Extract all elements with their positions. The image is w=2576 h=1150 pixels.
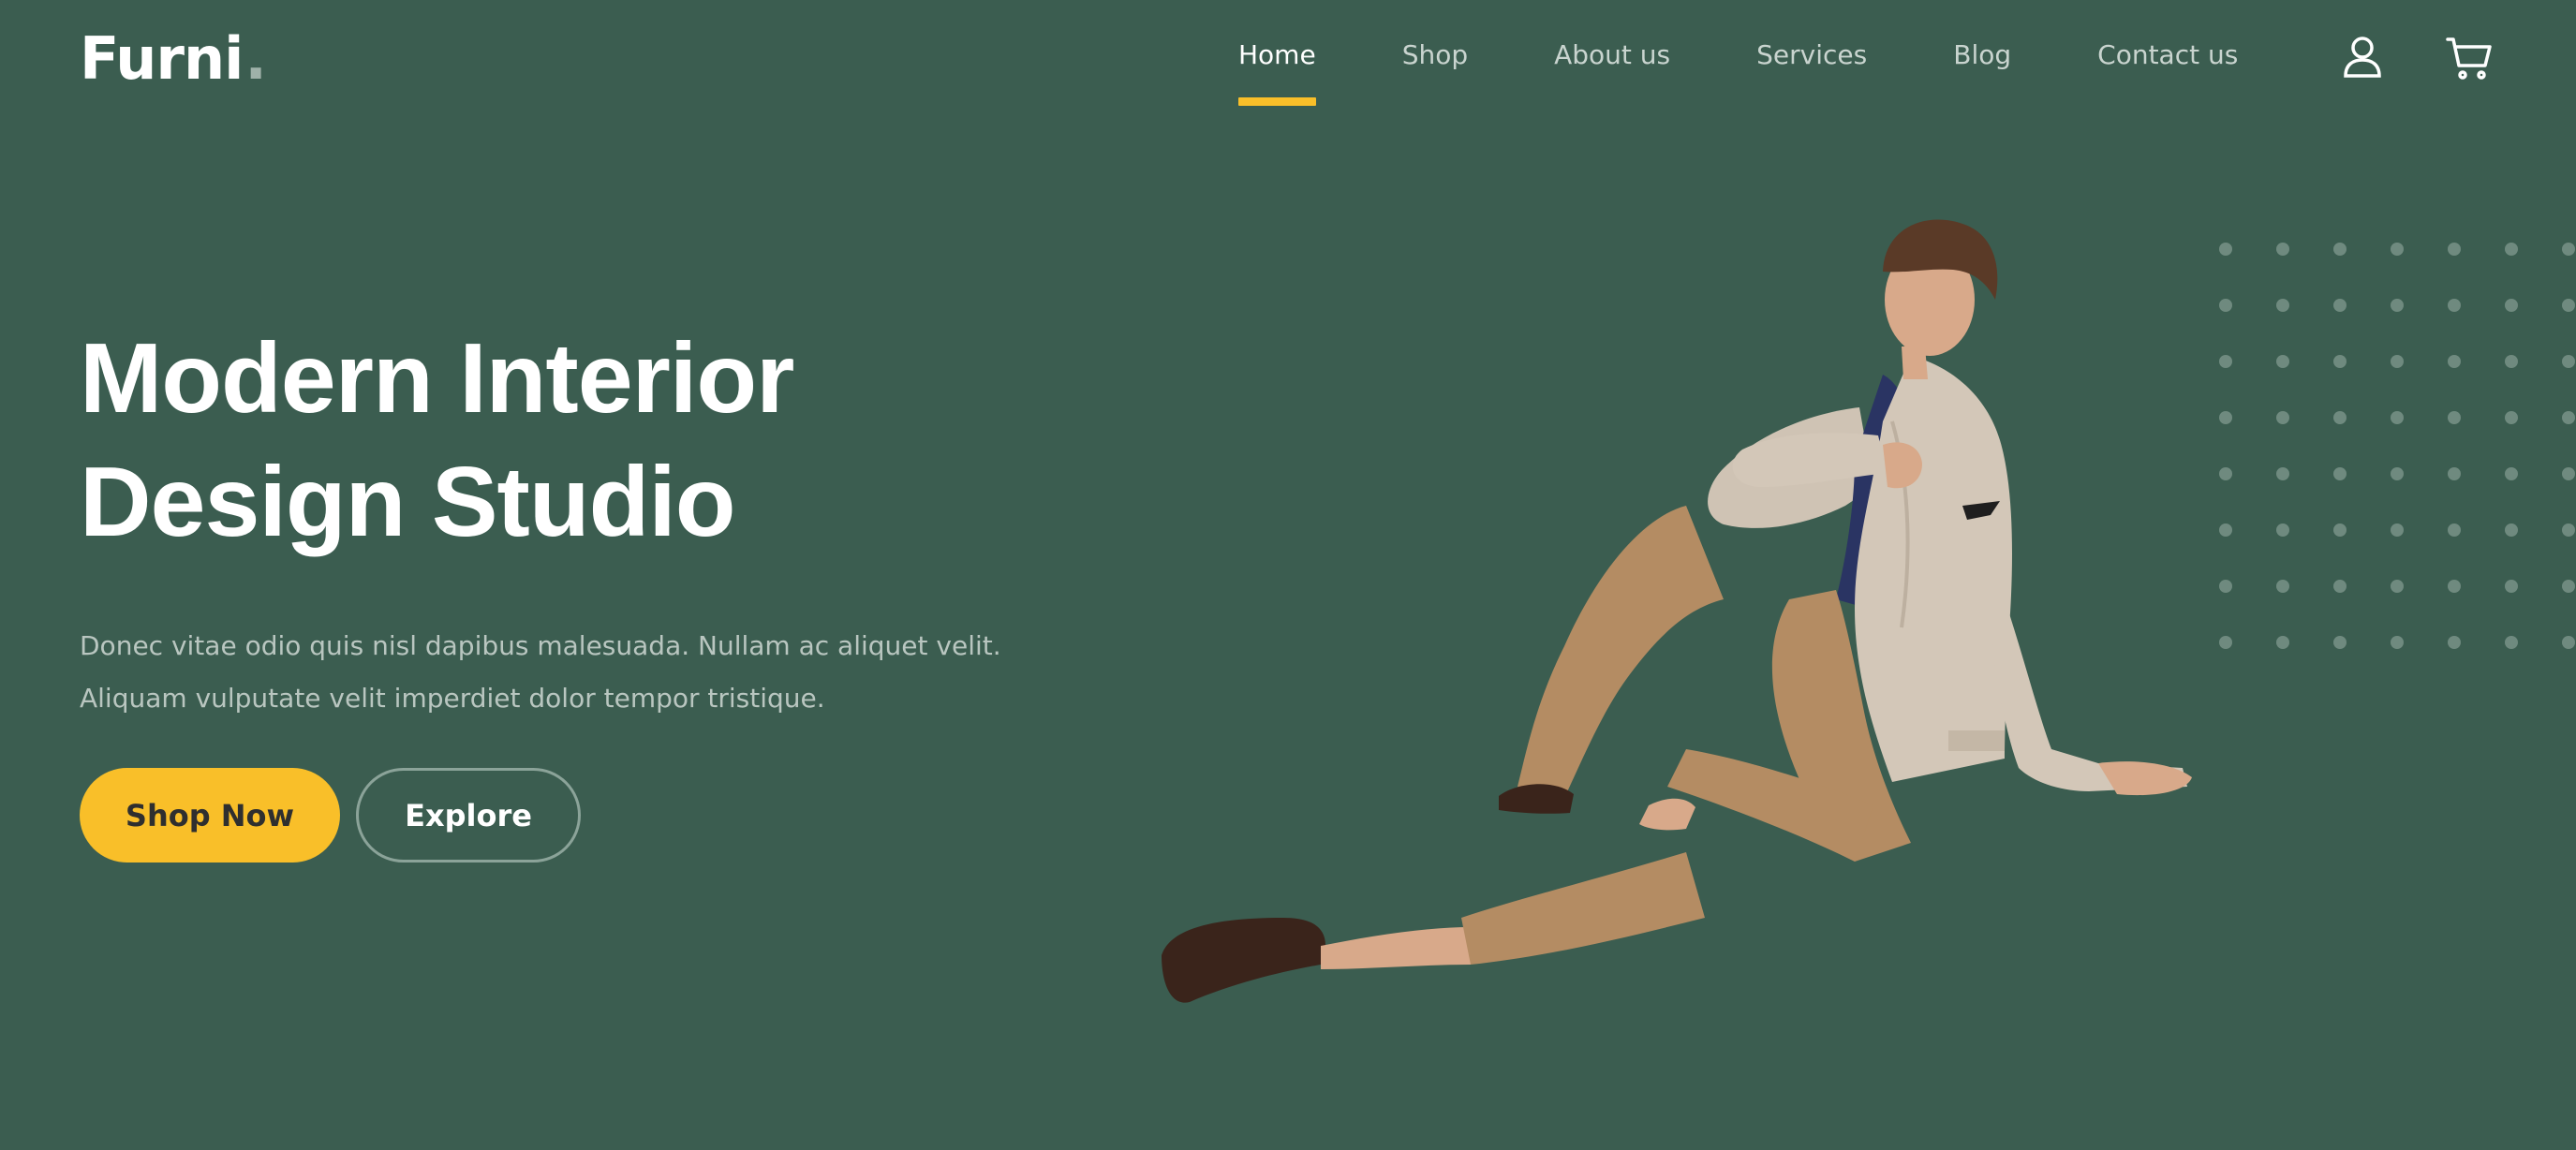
hero-illustration [1162,219,2192,1003]
pattern-dot [2562,299,2575,312]
pattern-dot [2448,299,2461,312]
pattern-dot [2219,523,2232,537]
pattern-dot [2333,355,2347,368]
pattern-dot [2448,636,2461,649]
pattern-dot [2505,580,2518,593]
pattern-dot [2562,243,2575,256]
pattern-dot [2562,467,2575,480]
pattern-dot [2562,523,2575,537]
pattern-dot [2562,580,2575,593]
main-nav: Home Shop About us Services Blog Contact… [1238,39,2238,106]
nav-item-blog[interactable]: Blog [1953,39,2011,70]
pattern-dot [2448,580,2461,593]
cart-icon[interactable] [2445,34,2494,82]
pattern-dot [2505,523,2518,537]
nav-item-about[interactable]: About us [1554,39,1670,70]
pattern-dot [2219,467,2232,480]
pattern-dot [2391,411,2404,424]
pattern-dot [2219,355,2232,368]
pattern-dot [2333,467,2347,480]
explore-button[interactable]: Explore [356,768,581,862]
pattern-dot [2333,243,2347,256]
brand-dot: . [244,24,267,93]
hero-description-line-2: Aliquam vulputate velit imperdiet dolor … [80,683,825,714]
pattern-dot [2391,299,2404,312]
pattern-dot [2448,467,2461,480]
pattern-dot [2505,411,2518,424]
pattern-dot [2391,523,2404,537]
nav-item-contact[interactable]: Contact us [2097,39,2238,70]
pattern-dot [2219,580,2232,593]
pattern-dot [2276,299,2289,312]
pattern-dot [2562,636,2575,649]
pattern-dot [2505,299,2518,312]
pattern-dot [2391,580,2404,593]
nav-item-home[interactable]: Home [1238,39,1316,106]
pattern-dot [2333,299,2347,312]
pattern-dot [2276,467,2289,480]
pattern-dot [2448,523,2461,537]
pattern-dot [2219,243,2232,256]
pattern-dot [2448,355,2461,368]
brand-logo[interactable]: Furni. [80,24,267,93]
pattern-dot [2276,636,2289,649]
nav-item-shop[interactable]: Shop [1402,39,1468,70]
pattern-dot [2219,636,2232,649]
pattern-dot [2219,411,2232,424]
pattern-dot [2276,523,2289,537]
pattern-dot [2333,523,2347,537]
nav-item-services[interactable]: Services [1756,39,1867,70]
user-icon[interactable] [2338,34,2387,82]
pattern-dot [2448,243,2461,256]
hero-page: Furni. Home Shop About us Services Blog … [0,0,2576,1150]
pattern-dot [2276,580,2289,593]
dot-pattern [2219,243,2575,649]
pattern-dot [2562,355,2575,368]
pattern-dot [2562,411,2575,424]
pattern-dot [2219,299,2232,312]
pattern-dot [2391,467,2404,480]
shop-now-button[interactable]: Shop Now [80,768,340,862]
pattern-dot [2391,636,2404,649]
hero-title-line-1: Modern Interior [80,323,794,434]
brand-name: Furni [80,24,244,93]
pattern-dot [2505,355,2518,368]
pattern-dot [2333,636,2347,649]
pattern-dot [2391,355,2404,368]
pattern-dot [2391,243,2404,256]
pattern-dot [2333,580,2347,593]
hero-description-line-1: Donec vitae odio quis nisl dapibus males… [80,630,1001,661]
hero-title-line-2: Design Studio [80,447,736,557]
pattern-dot [2505,467,2518,480]
hero-description: Donec vitae odio quis nisl dapibus males… [80,620,1063,725]
hero-title: Modern Interior Design Studio [80,317,1016,564]
pattern-dot [2276,355,2289,368]
pattern-dot [2276,243,2289,256]
pattern-dot [2276,411,2289,424]
pattern-dot [2505,636,2518,649]
pattern-dot [2448,411,2461,424]
pattern-dot [2505,243,2518,256]
pattern-dot [2333,411,2347,424]
